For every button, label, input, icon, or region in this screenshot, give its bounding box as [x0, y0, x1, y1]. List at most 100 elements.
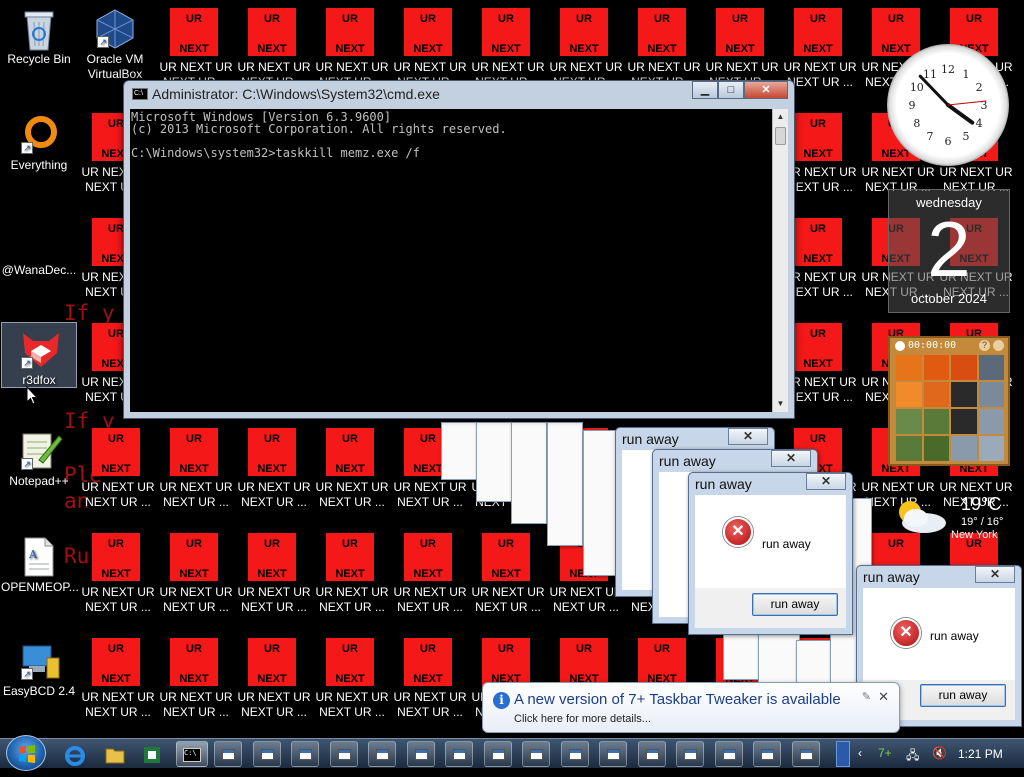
run-away-dialog[interactable]: run away ✕ ✕ run away run away	[688, 472, 853, 635]
taskbar-window-button[interactable]	[637, 741, 666, 767]
tile-top-text: UR	[186, 13, 202, 25]
tile-top-text: UR	[420, 13, 436, 25]
pin-icon[interactable]: ✎	[862, 690, 871, 703]
desktop-icon-oracle-vm[interactable]: ↗ Oracle VM VirtualBox	[77, 2, 153, 82]
taskbar-window-button[interactable]	[291, 741, 319, 767]
taskbar-window-button[interactable]	[676, 741, 704, 767]
file-explorer-icon[interactable]	[104, 745, 126, 765]
desktop-icon-everything[interactable]: ↗ Everything	[1, 108, 77, 173]
cmd-console[interactable]: Microsoft Windows [Version 6.3.9600] (c) …	[130, 109, 772, 412]
puzzle-piece[interactable]	[923, 409, 949, 434]
help-icon[interactable]: ?	[979, 340, 990, 351]
taskbar-window-button[interactable]	[791, 741, 820, 767]
close-icon[interactable]: ✕	[975, 566, 1015, 583]
taskbar-window-button[interactable]	[329, 741, 358, 767]
tile-top-text: UR	[498, 538, 514, 550]
scroll-up-icon[interactable]: ▲	[773, 109, 788, 125]
clock-numeral: 7	[927, 130, 934, 143]
scroll-thumb[interactable]	[775, 127, 786, 145]
desktop-icon-easybcd[interactable]: ↗ EasyBCD 2.4	[1, 634, 77, 699]
taskbar-window-button[interactable]	[483, 741, 512, 767]
weather-gadget[interactable]: 19°C 19° / 16° New York	[888, 488, 1010, 544]
clock-numeral: 9	[909, 99, 916, 112]
desktop-icon-notepad-plus-plus[interactable]: ↗ Notepad++	[1, 424, 77, 489]
taskbar-clock[interactable]: 1:21 PM	[958, 747, 1003, 761]
taskbar-window-button[interactable]	[714, 741, 743, 767]
calendar-gadget[interactable]: wednesday 2 october 2024	[888, 189, 1010, 313]
puzzle-piece[interactable]	[951, 382, 977, 407]
tile-top-text: UR	[108, 433, 124, 445]
taskbar-window-button[interactable]	[252, 741, 281, 767]
close-icon[interactable]: ✕	[771, 450, 811, 467]
excel-icon[interactable]	[142, 745, 162, 765]
puzzle-piece[interactable]	[923, 436, 949, 461]
close-icon[interactable]: ✕	[728, 428, 768, 445]
taskbar-window-button[interactable]	[214, 741, 242, 767]
vertical-scrollbar[interactable]: ▲ ▼	[772, 109, 788, 412]
internet-explorer-icon[interactable]	[64, 744, 86, 766]
puzzle-piece[interactable]	[951, 436, 977, 461]
shortcut-arrow-icon: ↗	[97, 36, 109, 48]
puzzle-piece[interactable]	[896, 409, 922, 434]
desktop-icon-recycle-bin[interactable]: Recycle Bin	[1, 2, 77, 67]
network-icon[interactable]: 🖧	[906, 746, 919, 767]
puzzle-piece[interactable]	[978, 409, 1004, 434]
puzzle-piece[interactable]	[951, 409, 977, 434]
memz-tile-image: UR NEXT	[170, 533, 218, 581]
scroll-down-icon[interactable]: ▼	[773, 396, 788, 412]
puzzle-piece[interactable]	[896, 436, 922, 461]
puzzle-piece[interactable]	[978, 436, 1004, 461]
taskbar-window-button[interactable]	[406, 741, 435, 767]
puzzle-piece[interactable]	[923, 355, 949, 380]
puzzle-piece[interactable]	[951, 355, 977, 380]
picture-puzzle-gadget[interactable]: 00:00:00 ?	[888, 336, 1010, 466]
notification-detail[interactable]: Click here for more details...	[514, 713, 651, 725]
puzzle-piece[interactable]	[923, 382, 949, 407]
desktop-icon-openmeop[interactable]: A OPENMEOP...	[1, 530, 79, 595]
taskbar-window-button[interactable]	[560, 741, 589, 767]
taskbar-window-button[interactable]	[522, 741, 550, 767]
puzzle-piece[interactable]	[896, 355, 922, 380]
desktop-icon-wanadecryptor[interactable]: @WanaDec...	[1, 213, 77, 278]
puzzle-piece[interactable]	[896, 382, 922, 407]
taskbar-tweaker-tray-icon[interactable]: 7+	[878, 746, 892, 760]
run-away-button[interactable]: run away	[752, 593, 838, 616]
memz-tile-image: UR NEXT	[248, 533, 296, 581]
tile-label-line: UR NEXT UR	[159, 585, 233, 599]
minimize-icon[interactable]: ▁	[692, 81, 718, 99]
window-icon	[299, 749, 312, 760]
tile-label-line: UR NEXT UR	[237, 60, 311, 74]
tile-top-text: UR	[888, 13, 904, 25]
taskbar-tweaker-notification[interactable]: i A new version of 7+ Taskbar Tweaker is…	[482, 682, 900, 733]
tile-label-line: UR NEXT UR	[81, 585, 155, 599]
close-icon[interactable]: ✕	[878, 689, 889, 705]
run-away-button[interactable]: run away	[920, 684, 1006, 707]
tile-top-text: UR	[810, 223, 826, 235]
taskbar-scroll-indicator[interactable]	[836, 741, 850, 767]
puzzle-piece[interactable]	[978, 355, 1004, 380]
tray-expand-icon[interactable]: ‹	[858, 746, 862, 760]
maximize-icon[interactable]: □	[718, 81, 744, 99]
puzzle-piece[interactable]	[978, 382, 1004, 407]
taskbar-window-button[interactable]	[753, 741, 781, 767]
cmd-window[interactable]: C:\ Administrator: C:\Windows\System32\c…	[123, 80, 795, 419]
taskbar-window-button[interactable]	[445, 741, 473, 767]
puzzle-grid[interactable]	[896, 355, 1004, 461]
show-picture-icon[interactable]	[993, 340, 1004, 351]
start-button[interactable]	[6, 735, 46, 771]
close-icon[interactable]: ✕	[744, 81, 788, 99]
taskbar-window-button[interactable]	[599, 741, 627, 767]
clock-gadget[interactable]: 12 1 2 3 4 5 6 7 8 9 10 11	[887, 44, 1009, 166]
taskbar-cmd-button[interactable]: C:\	[176, 741, 208, 767]
tile-bottom-text: NEXT	[179, 43, 209, 55]
close-icon[interactable]: ✕	[806, 473, 846, 490]
tile-bottom-text: NEXT	[101, 568, 131, 580]
cmd-title-bar[interactable]: C:\ Administrator: C:\Windows\System32\c…	[124, 81, 794, 107]
tile-top-text: UR	[498, 643, 514, 655]
tile-label-line: UR NEXT UR	[393, 60, 467, 74]
taskbar-window-button[interactable]	[368, 741, 396, 767]
desktop-icon-r3dfox[interactable]: ↗ r3dfox	[1, 322, 77, 388]
cmd-title: Administrator: C:\Windows\System32\cmd.e…	[152, 86, 440, 102]
volume-muted-icon[interactable]: 🔇	[932, 746, 947, 760]
memz-tile-image: UR NEXT	[170, 638, 218, 686]
